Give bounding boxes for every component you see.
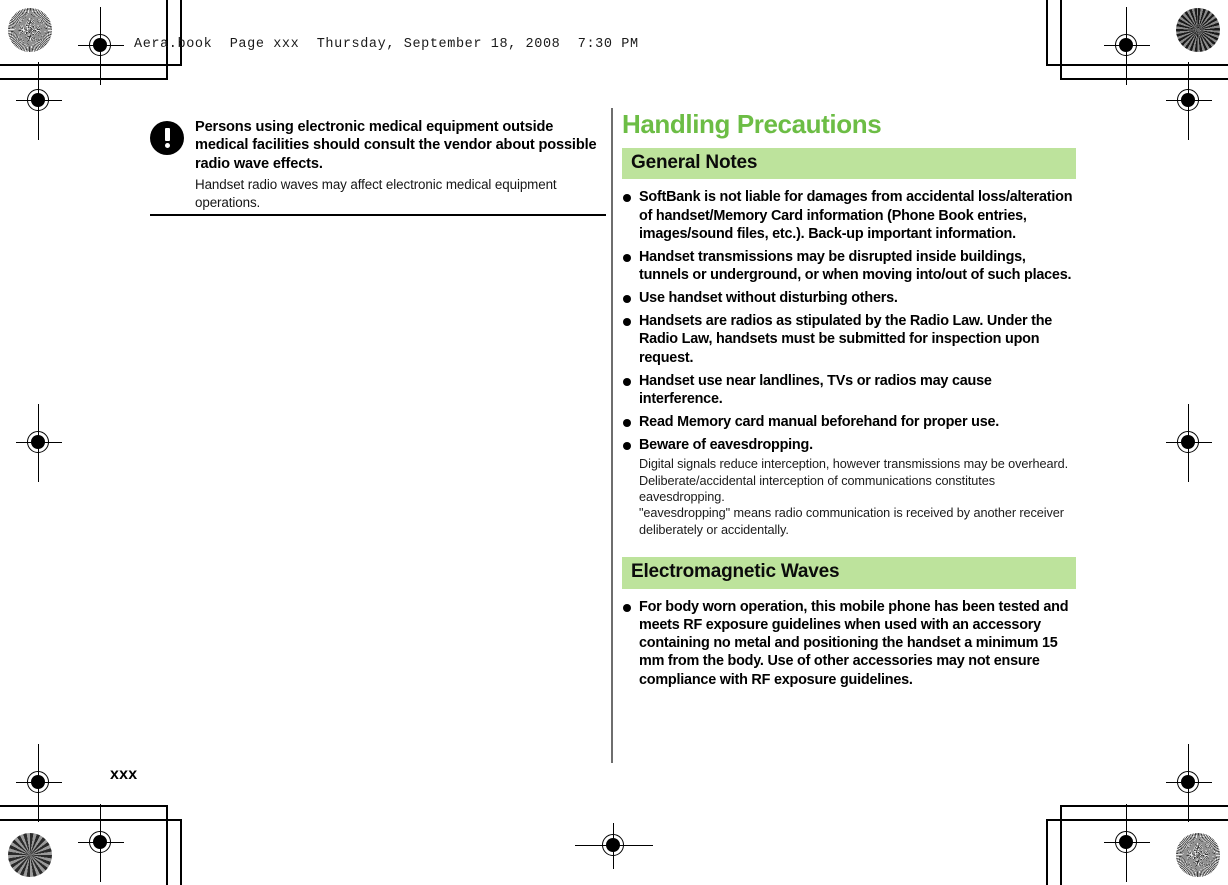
bullet-dot-icon bbox=[623, 295, 631, 304]
registration-mark-bottom-left bbox=[78, 804, 124, 882]
list-item: Handsets are radios as stipulated by the… bbox=[622, 312, 1076, 366]
list-item-text: Handsets are radios as stipulated by the… bbox=[639, 313, 1053, 366]
bullet-dot-icon bbox=[623, 253, 631, 262]
trim-line-right-vert-2 bbox=[1060, 0, 1062, 80]
section-title: Electromagnetic Waves bbox=[631, 561, 840, 583]
page-number: xxx bbox=[110, 766, 138, 783]
bullet-list-electromagnetic-waves: For body worn operation, this mobile pho… bbox=[622, 598, 1076, 689]
list-item: Beware of eavesdropping. Digital signals… bbox=[622, 436, 1076, 538]
section-header-electromagnetic-waves: Electromagnetic Waves bbox=[622, 557, 1076, 589]
registration-mark-right-upper bbox=[1166, 62, 1212, 140]
page-title: Handling Precautions bbox=[622, 109, 882, 139]
list-item-text: SoftBank is not liable for damages from … bbox=[639, 189, 1073, 242]
list-item: Handset use near landlines, TVs or radio… bbox=[622, 372, 1076, 408]
right-column: Handling Precautions General Notes SoftB… bbox=[622, 110, 1076, 694]
list-item: For body worn operation, this mobile pho… bbox=[622, 598, 1076, 689]
section-header-general-notes: General Notes bbox=[622, 147, 1076, 180]
list-item: Use handset without disturbing others. bbox=[622, 289, 1076, 307]
exclamation-circle-icon bbox=[150, 121, 184, 155]
section-title: General Notes bbox=[631, 151, 758, 173]
bullet-dot-icon bbox=[623, 377, 631, 386]
registration-mark-left-lower bbox=[16, 744, 62, 822]
list-item: Handset transmissions may be disrupted i… bbox=[622, 248, 1076, 284]
document-page: { "print_header": { "file_info": "Aera.b… bbox=[0, 0, 1228, 885]
registration-mark-left-middle bbox=[16, 404, 62, 482]
rosette-mark-bottom-right bbox=[1176, 833, 1220, 877]
registration-mark-bottom-right bbox=[1104, 804, 1150, 882]
bullet-dot-icon bbox=[623, 442, 631, 451]
warning-body: Handset radio waves may affect electroni… bbox=[195, 177, 557, 210]
bullet-dot-icon bbox=[623, 318, 631, 327]
bullet-list-general-notes: SoftBank is not liable for damages from … bbox=[622, 188, 1076, 538]
warning-text: Persons using electronic medical equipme… bbox=[195, 118, 610, 211]
list-item-text: Handset use near landlines, TVs or radio… bbox=[639, 372, 992, 407]
trim-line-right-vert-b bbox=[1046, 819, 1048, 885]
bullet-dot-icon bbox=[623, 603, 631, 612]
left-column: Persons using electronic medical equipme… bbox=[150, 118, 610, 211]
rosette-mark-bottom-left bbox=[8, 833, 52, 877]
list-item-text: Handset transmissions may be disrupted i… bbox=[639, 248, 1072, 283]
registration-mark-top-left bbox=[78, 7, 124, 85]
left-column-rule bbox=[150, 214, 606, 216]
warning-block: Persons using electronic medical equipme… bbox=[150, 118, 610, 211]
rosette-mark-top-right bbox=[1176, 8, 1220, 52]
bullet-dot-icon bbox=[623, 194, 631, 203]
list-item-text: Beware of eavesdropping. bbox=[639, 437, 813, 454]
registration-mark-right-lower bbox=[1166, 744, 1212, 822]
list-item-text: Use handset without disturbing others. bbox=[639, 290, 898, 307]
trim-line-left-vert bbox=[180, 0, 182, 66]
rosette-mark-top-left bbox=[8, 8, 52, 52]
bullet-dot-icon bbox=[623, 418, 631, 427]
column-divider bbox=[611, 108, 613, 763]
warning-heading: Persons using electronic medical equipme… bbox=[195, 119, 597, 172]
trim-line-right-vert-b2 bbox=[1060, 805, 1062, 885]
trim-line-left-vert-b bbox=[180, 819, 182, 885]
registration-mark-top-right bbox=[1104, 7, 1150, 85]
registration-mark-bottom-center bbox=[575, 823, 653, 869]
list-item-note-line: Digital signals reduce interception, how… bbox=[639, 457, 1069, 505]
print-header-file-info: Aera.book Page xxx Thursday, September 1… bbox=[134, 37, 639, 52]
registration-mark-left-upper bbox=[16, 62, 62, 140]
trim-line-left-vert-b2 bbox=[166, 805, 168, 885]
list-item-note-line: "eavesdropping" means radio communicatio… bbox=[639, 506, 1064, 537]
list-item-text: Read Memory card manual beforehand for p… bbox=[639, 413, 1000, 430]
list-item-note: Digital signals reduce interception, how… bbox=[639, 456, 1076, 538]
list-item: Read Memory card manual beforehand for p… bbox=[622, 413, 1076, 431]
list-item-text: For body worn operation, this mobile pho… bbox=[639, 598, 1069, 688]
registration-mark-right-middle bbox=[1166, 404, 1212, 482]
trim-line-right-vert bbox=[1046, 0, 1048, 66]
list-item: SoftBank is not liable for damages from … bbox=[622, 188, 1076, 242]
